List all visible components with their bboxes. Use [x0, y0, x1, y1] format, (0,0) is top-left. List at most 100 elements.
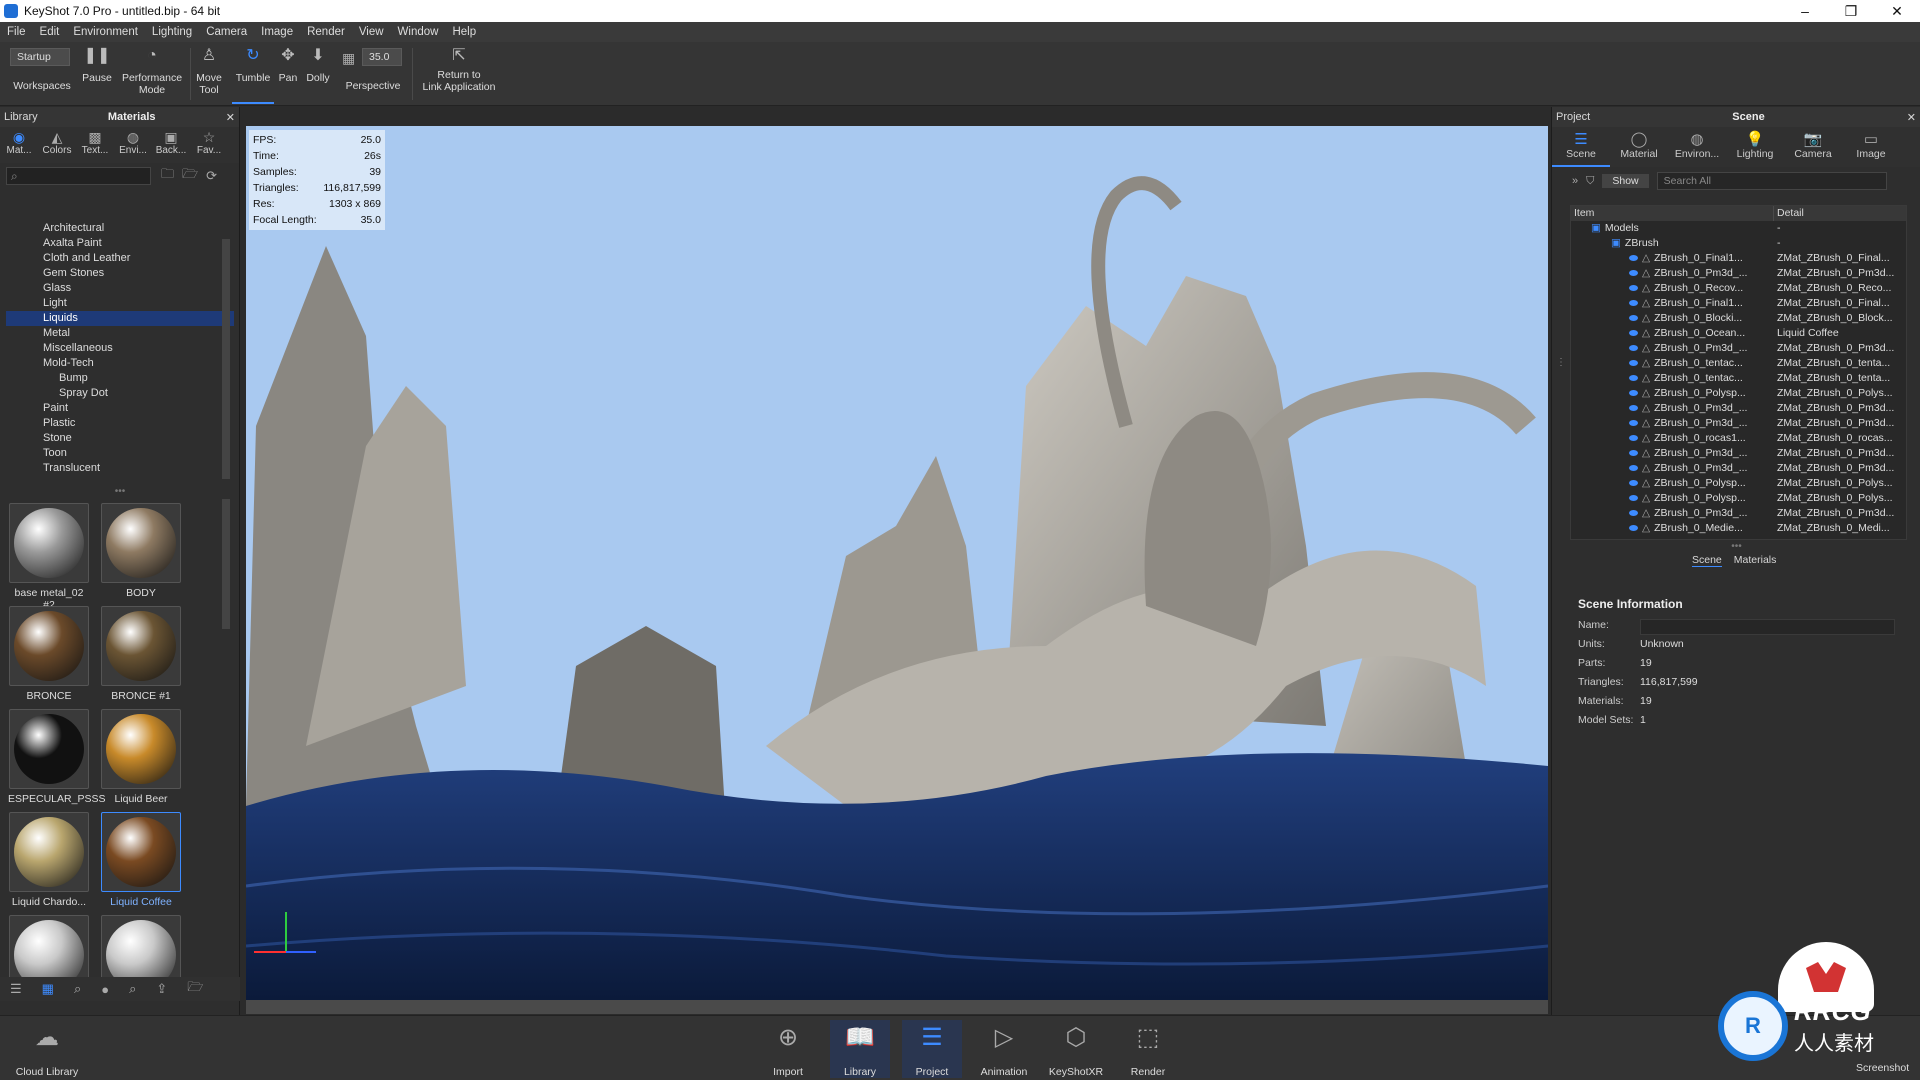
category-item[interactable]: Miscellaneous: [6, 341, 234, 356]
tab-materials[interactable]: ◉ Mat...: [0, 129, 38, 156]
menu-lighting[interactable]: Lighting: [145, 26, 199, 38]
category-item[interactable]: Cloth and Leather: [6, 251, 234, 266]
folder-icon[interactable]: 🗁: [182, 165, 198, 187]
scene-row[interactable]: ▣ Models -: [1571, 221, 1906, 236]
visibility-eye-icon[interactable]: [1629, 464, 1638, 471]
close-button[interactable]: ✕: [1874, 3, 1920, 20]
category-item[interactable]: Light: [6, 296, 234, 311]
move-tool-button[interactable]: ♙ Move Tool: [194, 46, 224, 96]
render-button[interactable]: ⬚ Render: [1118, 1020, 1178, 1078]
refresh-icon[interactable]: ⟳: [206, 168, 217, 184]
material-thumbnail[interactable]: BRONCE: [8, 606, 90, 702]
visibility-eye-icon[interactable]: [1629, 434, 1638, 441]
category-item[interactable]: Plastic: [6, 416, 234, 431]
tree-scrollbar[interactable]: [222, 239, 230, 479]
subtab-materials[interactable]: Materials: [1734, 554, 1777, 567]
scene-search-input[interactable]: Search All: [1656, 172, 1887, 190]
scene-row[interactable]: △ ZBrush_0_rocas1... ZMat_ZBrush_0_rocas..…: [1571, 431, 1906, 446]
category-item[interactable]: Gem Stones: [6, 266, 234, 281]
menu-environment[interactable]: Environment: [66, 26, 145, 38]
menu-camera[interactable]: Camera: [199, 26, 254, 38]
visibility-eye-icon[interactable]: [1629, 404, 1638, 411]
category-item[interactable]: Stone: [6, 431, 234, 446]
maximize-button[interactable]: ❐: [1828, 3, 1874, 20]
menu-view[interactable]: View: [352, 26, 391, 38]
category-item[interactable]: Mold-Tech: [6, 356, 234, 371]
menu-window[interactable]: Window: [391, 26, 446, 38]
splitter-handle-icon[interactable]: •••: [0, 487, 240, 497]
subtab-scene[interactable]: Scene: [1692, 554, 1722, 567]
grid-view-icon[interactable]: ▦: [42, 981, 54, 997]
visibility-eye-icon[interactable]: [1629, 299, 1638, 306]
menu-edit[interactable]: Edit: [33, 26, 67, 38]
add-folder-icon[interactable]: 🗀: [161, 165, 174, 187]
tab-environment[interactable]: ◍ Environ...: [1668, 130, 1726, 167]
visibility-eye-icon[interactable]: [1629, 344, 1638, 351]
scene-row[interactable]: △ ZBrush_0_Pm3d_... ZMat_ZBrush_0_Pm3d...: [1571, 416, 1906, 431]
visibility-eye-icon[interactable]: [1629, 329, 1638, 336]
tab-lighting[interactable]: 💡 Lighting: [1726, 130, 1784, 167]
show-button[interactable]: Show: [1602, 174, 1649, 188]
visibility-eye-icon[interactable]: [1629, 419, 1638, 426]
category-item[interactable]: Paint: [6, 401, 234, 416]
category-item[interactable]: Liquids: [6, 311, 234, 326]
animation-button[interactable]: ▷ Animation: [974, 1020, 1034, 1078]
thumbnail-scrollbar[interactable]: [222, 499, 230, 629]
project-tab[interactable]: Project: [1556, 111, 1590, 123]
panel-close-icon[interactable]: ✕: [226, 111, 235, 124]
minimize-button[interactable]: –: [1782, 3, 1828, 20]
scene-row[interactable]: △ ZBrush_0_tentac... ZMat_ZBrush_0_tenta..…: [1571, 371, 1906, 386]
category-item[interactable]: Translucent: [6, 461, 234, 476]
scene-row[interactable]: ▣ Cameras: [1571, 536, 1906, 539]
menu-image[interactable]: Image: [254, 26, 300, 38]
side-drag-handle-icon[interactable]: ⋮: [1556, 357, 1566, 368]
scene-row[interactable]: △ ZBrush_0_Polysp... ZMat_ZBrush_0_Polys..…: [1571, 476, 1906, 491]
menu-help[interactable]: Help: [445, 26, 483, 38]
menu-file[interactable]: File: [0, 26, 33, 38]
cloud-library-button[interactable]: ☁ Cloud Library: [14, 1020, 80, 1078]
category-item[interactable]: Bump: [6, 371, 234, 386]
material-thumbnail[interactable]: Liquid Coffee: [100, 812, 182, 908]
workspace-select[interactable]: Startup: [10, 48, 70, 66]
library-tab[interactable]: Library: [4, 111, 38, 123]
tab-environments[interactable]: ◍ Envi...: [114, 129, 152, 156]
scene-row[interactable]: △ ZBrush_0_Recov... ZMat_ZBrush_0_Reco...: [1571, 281, 1906, 296]
tab-textures[interactable]: ▩ Text...: [76, 129, 114, 156]
scene-row[interactable]: △ ZBrush_0_Polysp... ZMat_ZBrush_0_Polys..…: [1571, 386, 1906, 401]
category-item[interactable]: Architectural: [6, 221, 234, 236]
splitter-handle-icon[interactable]: •••: [1552, 542, 1920, 552]
material-thumbnail[interactable]: BODY: [100, 503, 182, 599]
material-thumbnail[interactable]: BRONCE #1: [100, 606, 182, 702]
render-viewport[interactable]: FPS: 25.0 Time: 26s Samples: 39 Triangles: 116,…: [246, 126, 1548, 1000]
tab-camera[interactable]: 📷 Camera: [1784, 130, 1842, 167]
tab-image[interactable]: ▭ Image: [1842, 130, 1900, 167]
zoom-in-icon[interactable]: ⌕: [129, 981, 136, 997]
scene-row[interactable]: △ ZBrush_0_Final1... ZMat_ZBrush_0_Final..…: [1571, 251, 1906, 266]
scene-row[interactable]: △ ZBrush_0_Blocki... ZMat_ZBrush_0_Block..…: [1571, 311, 1906, 326]
category-item[interactable]: Metal: [6, 326, 234, 341]
tab-favorites[interactable]: ☆ Fav...: [190, 129, 228, 156]
library-search-input[interactable]: ⌕: [6, 167, 151, 185]
scene-row[interactable]: △ ZBrush_0_Pm3d_... ZMat_ZBrush_0_Pm3d...: [1571, 341, 1906, 356]
thumbnail-size-slider[interactable]: ●: [101, 982, 109, 997]
material-thumbnail[interactable]: Liquid Beer: [100, 709, 182, 805]
return-to-link-button[interactable]: ⇱ Return to Link Application: [418, 46, 500, 93]
import-folder-icon[interactable]: 🗁: [187, 978, 203, 1000]
scene-name-input[interactable]: [1640, 619, 1895, 635]
tumble-button[interactable]: ↻ Tumble: [232, 46, 274, 104]
library-button[interactable]: 📖 Library: [830, 1020, 890, 1078]
visibility-eye-icon[interactable]: [1629, 314, 1638, 321]
column-detail[interactable]: Detail: [1774, 206, 1804, 221]
scene-row[interactable]: △ ZBrush_0_Ocean... Liquid Coffee: [1571, 326, 1906, 341]
perspective-button[interactable]: Perspective: [342, 80, 404, 92]
category-item[interactable]: Glass: [6, 281, 234, 296]
scene-row[interactable]: △ ZBrush_0_Pm3d_... ZMat_ZBrush_0_Pm3d...: [1571, 401, 1906, 416]
visibility-eye-icon[interactable]: [1629, 284, 1638, 291]
visibility-eye-icon[interactable]: [1629, 269, 1638, 276]
visibility-eye-icon[interactable]: [1629, 509, 1638, 516]
scene-row[interactable]: △ ZBrush_0_tentac... ZMat_ZBrush_0_tenta..…: [1571, 356, 1906, 371]
scene-row[interactable]: △ ZBrush_0_Final1... ZMat_ZBrush_0_Final..…: [1571, 296, 1906, 311]
scene-row[interactable]: ▣ ZBrush -: [1571, 236, 1906, 251]
scene-row[interactable]: △ ZBrush_0_Pm3d_... ZMat_ZBrush_0_Pm3d...: [1571, 266, 1906, 281]
focal-length-input[interactable]: 35.0: [362, 48, 402, 66]
